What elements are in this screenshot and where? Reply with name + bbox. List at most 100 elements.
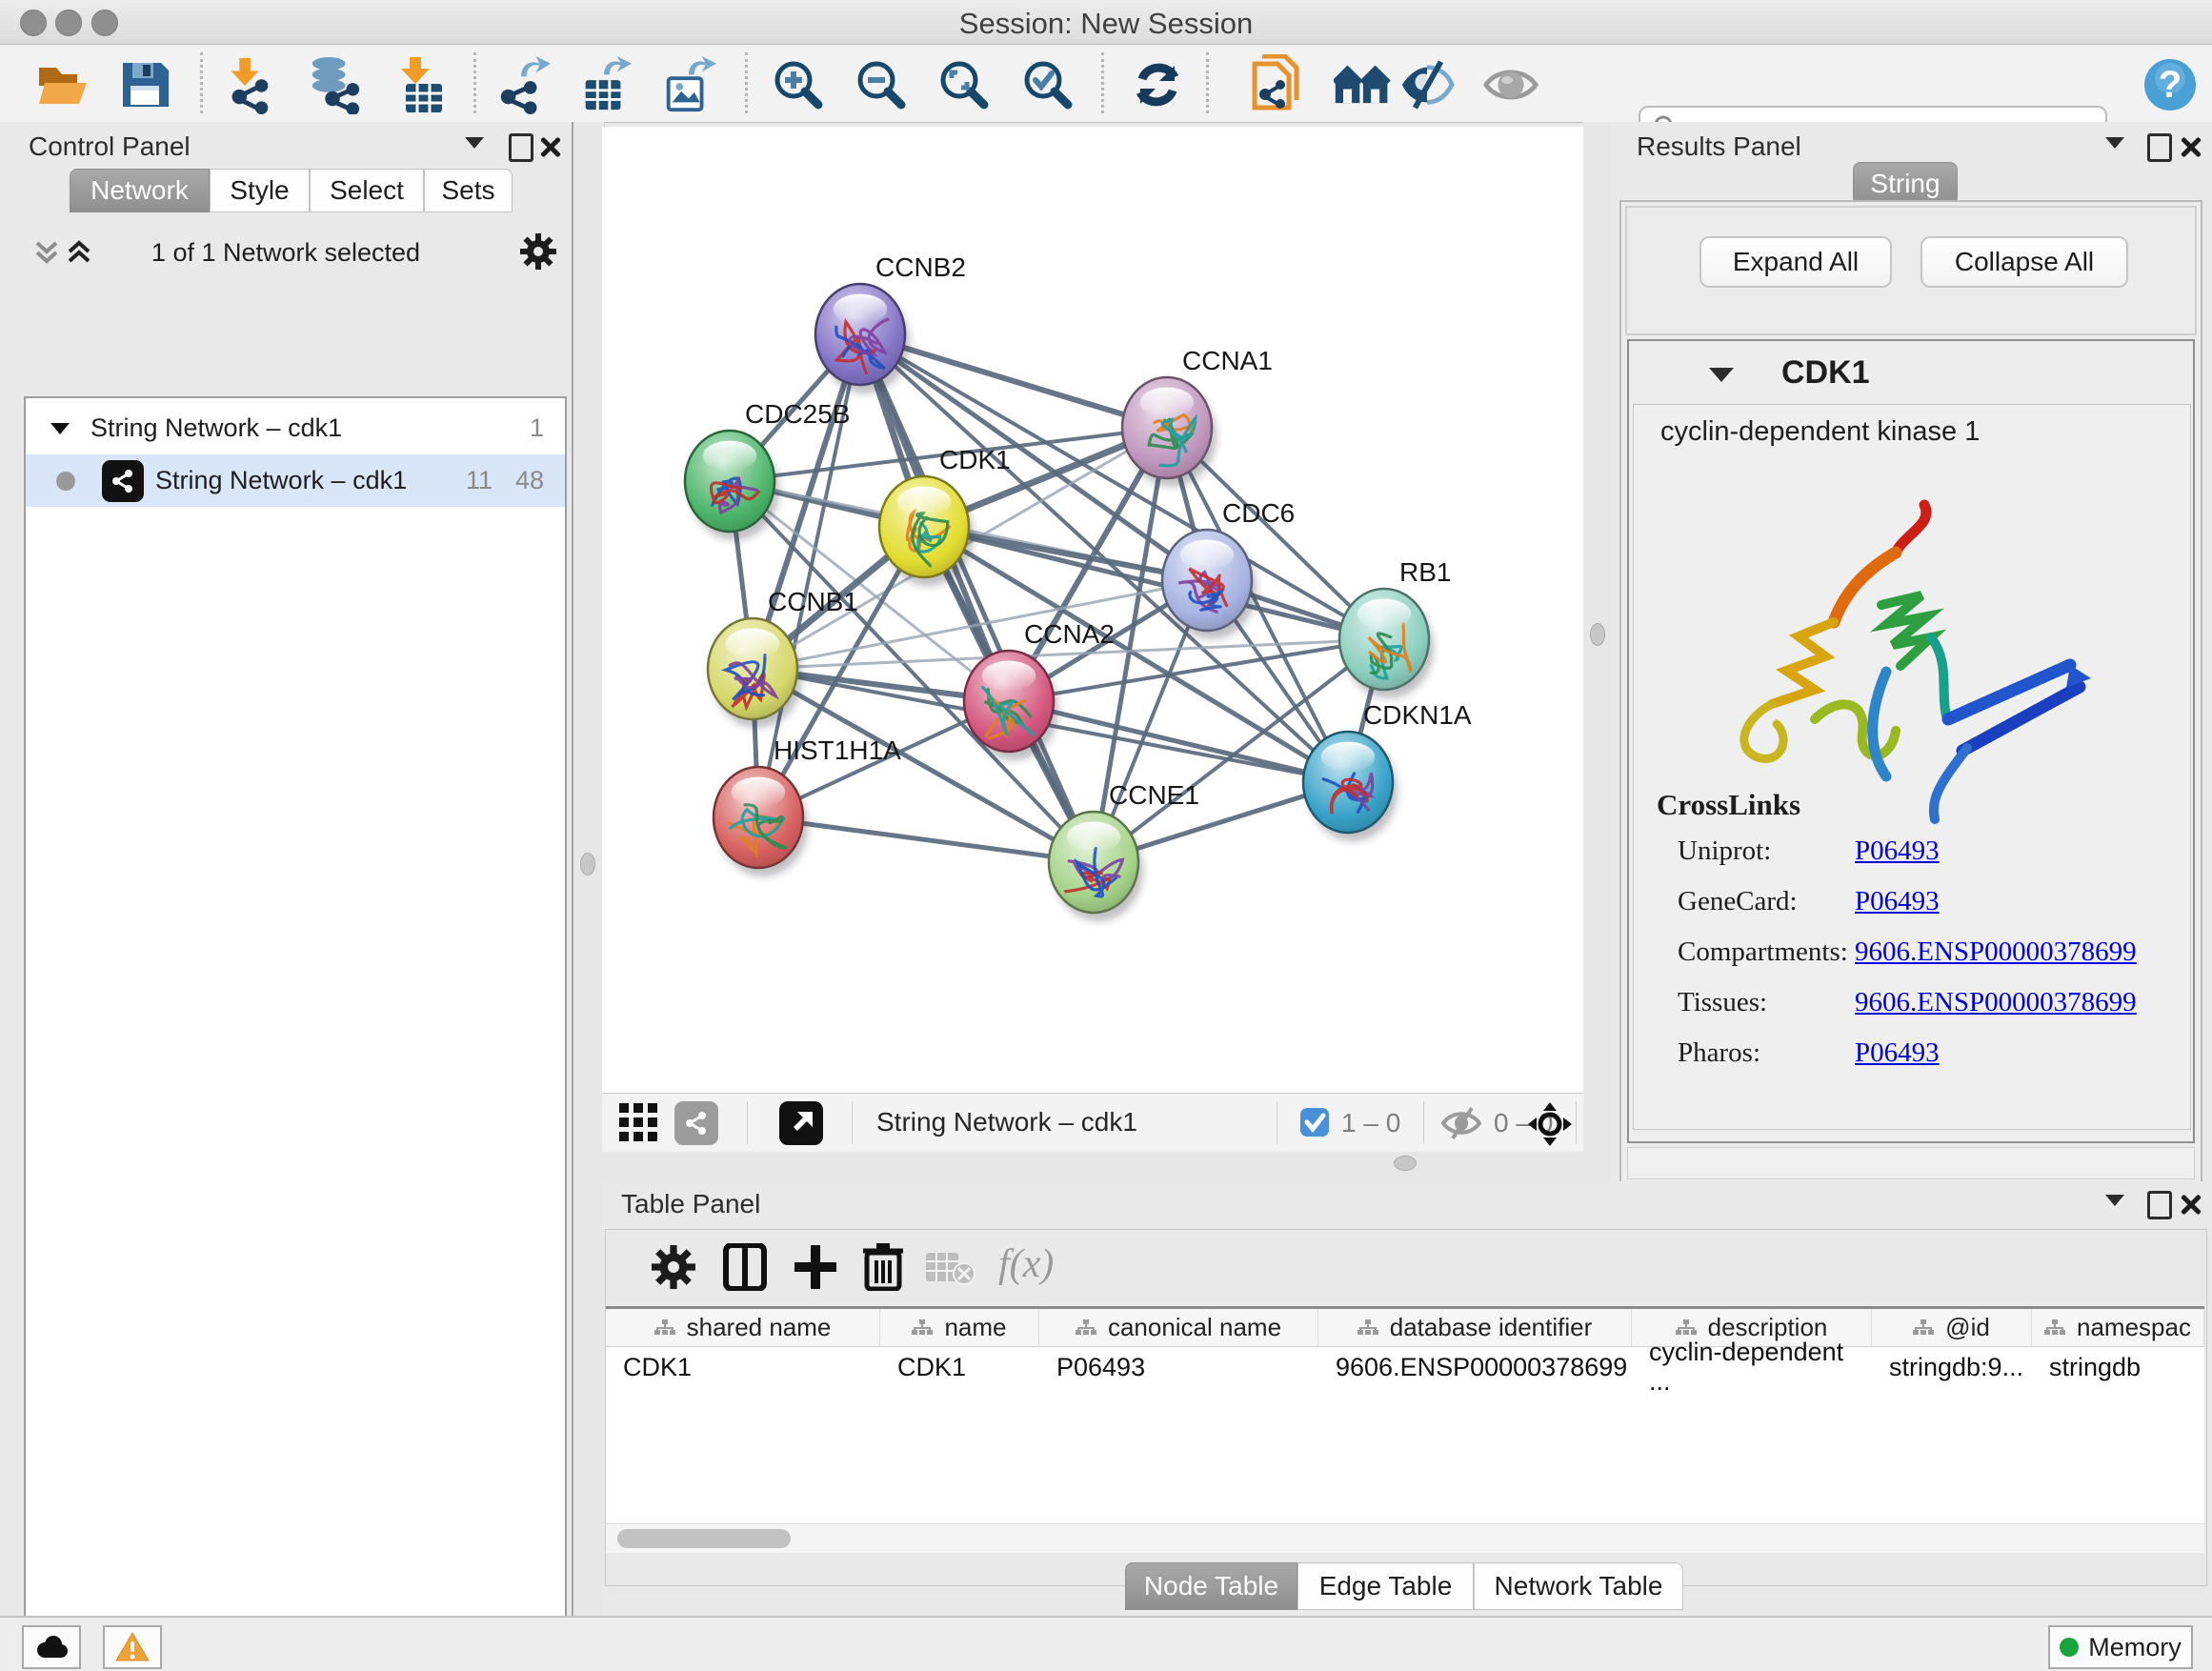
network-graph[interactable]: CCNB2CCNA1CDC25BCDK1CDC6RB1CCNB1CCNA2CDK… [602,127,1583,1093]
crosslink-link[interactable]: 9606.ENSP00000378699 [1855,987,2137,1018]
crosslink-link[interactable]: P06493 [1855,1037,1940,1069]
float-panel-icon[interactable] [2147,1191,2172,1219]
save-session-icon[interactable] [116,56,173,113]
show-all-networks-icon[interactable] [1334,56,1391,113]
expand-all-button[interactable]: Expand All [1699,236,1892,288]
panel-menu-icon[interactable] [2105,1195,2124,1206]
protein-expander-icon[interactable] [1709,368,1734,382]
column-header[interactable]: canonical name [1039,1309,1318,1347]
import-network-from-database-icon[interactable] [305,56,362,113]
table-cell[interactable]: stringdb:9... [1872,1347,2032,1387]
table-panel-body: f(x) shared namenamecanonical namedataba… [605,1229,2207,1586]
open-session-icon[interactable] [34,56,91,113]
warning-icon [115,1632,150,1662]
network-collection-row[interactable]: String Network – cdk1 1 [26,402,565,454]
show-graphics-details-icon[interactable] [1482,56,1539,113]
tab-style[interactable]: Style [210,169,310,212]
tab-edge-table[interactable]: Edge Table [1297,1562,1474,1610]
export-network-icon[interactable] [493,56,551,113]
close-panel-icon[interactable] [2180,1193,2202,1216]
collapse-all-button[interactable]: Collapse All [1920,236,2128,288]
warning-button[interactable] [103,1625,162,1669]
crosslink-link[interactable]: 9606.ENSP00000378699 [1855,936,2137,968]
zoom-fit-icon[interactable] [935,56,993,113]
network-node-label: CDC6 [1222,498,1295,528]
zoom-out-icon[interactable] [853,56,910,113]
column-header[interactable]: database identifier [1318,1309,1632,1347]
network-node-label: HIST1H1A [774,735,901,765]
collapse-all-icon[interactable] [34,238,59,272]
crosslink-link[interactable]: P06493 [1855,886,1940,917]
pan-crosshair-icon[interactable] [1528,1102,1572,1151]
table-cell[interactable]: 9606.ENSP00000378699 [1318,1347,1632,1387]
splitter-grip[interactable] [580,853,595,876]
tab-network[interactable]: Network [70,169,210,212]
zoom-selected-icon[interactable] [1019,56,1076,113]
crosslink-label: Tissues: [1678,987,1767,1018]
network-row[interactable]: String Network – cdk1 11 48 [26,454,565,507]
expand-collapse-box: Expand All Collapse All [1625,206,2197,335]
network-canvas[interactable]: CCNB2CCNA1CDC25BCDK1CDC6RB1CCNB1CCNA2CDK… [602,127,1583,1093]
network-status-dot [56,472,75,491]
float-panel-icon[interactable] [2147,133,2172,162]
table-hscrollbar[interactable] [606,1523,2204,1553]
network-view-toolbar: String Network – cdk1 1 – 0 0 – 0 [602,1093,1583,1152]
protein-name: CDK1 [1781,354,1870,392]
import-network-file-icon[interactable] [1248,56,1305,113]
splitter-grip[interactable] [1394,1156,1417,1171]
table-settings-gear-icon[interactable] [652,1245,695,1294]
zoom-in-icon[interactable] [770,56,827,113]
node-table[interactable]: shared namenamecanonical namedatabase id… [606,1306,2204,1527]
export-image-icon[interactable] [659,56,716,113]
refresh-icon[interactable] [1129,56,1186,113]
column-header[interactable]: shared name [606,1309,880,1347]
status-bar: Memory [0,1616,2212,1671]
show-columns-icon[interactable] [722,1243,768,1296]
import-network-from-file-icon[interactable] [219,56,276,113]
protein-details-panel: CDK1 cyclin-dependent kinase 1 [1627,339,2195,1143]
panel-menu-icon[interactable] [465,137,484,149]
tab-select[interactable]: Select [310,169,424,212]
string-results-content: Expand All Collapse All CDK1 cyclin-depe… [1619,200,2202,1187]
grid-view-icon[interactable] [619,1103,659,1148]
toolbar-separator [473,52,476,113]
table-cell[interactable]: CDK1 [880,1347,1039,1387]
cloud-button[interactable] [22,1625,81,1669]
expand-all-icon[interactable] [67,238,91,272]
tab-network-table[interactable]: Network Table [1474,1562,1683,1610]
table-cell[interactable]: stringdb [2032,1347,2204,1387]
hide-selected-icon[interactable] [1398,56,1456,113]
network-node-label: CCNB1 [768,587,858,616]
table-hscrollbar-thumb[interactable] [617,1529,791,1548]
memory-button[interactable]: Memory [2048,1625,2193,1669]
string-view-icon[interactable] [674,1101,718,1145]
close-panel-icon[interactable] [539,135,562,158]
column-header[interactable]: name [880,1309,1039,1347]
collection-expander-icon[interactable] [50,423,70,434]
tab-node-table[interactable]: Node Table [1125,1562,1297,1610]
selected-checkbox-icon[interactable] [1299,1107,1330,1142]
birdseye-view-icon[interactable] [779,1101,823,1145]
import-table-from-file-icon[interactable] [391,56,448,113]
table-cell[interactable]: P06493 [1039,1347,1318,1387]
vertical-splitter-right[interactable] [1583,122,1610,1181]
export-table-icon[interactable] [576,56,633,113]
crosslink-link[interactable]: P06493 [1855,836,1940,867]
panel-menu-icon[interactable] [2105,137,2124,149]
add-column-icon[interactable] [793,1243,838,1296]
table-cell[interactable]: CDK1 [606,1347,880,1387]
column-header[interactable]: @id [1872,1309,2032,1347]
column-header[interactable]: namespac [2032,1309,2204,1347]
splitter-grip[interactable] [1590,623,1605,646]
hidden-eye-slash-icon [1440,1106,1482,1145]
results-scrollbar-track[interactable] [1627,1147,2195,1179]
close-panel-icon[interactable] [2180,135,2202,158]
table-cell[interactable]: cyclin-dependent ... [1632,1347,1872,1387]
delete-table-icon [926,1249,975,1290]
application-window: Session: New Session [0,0,2212,1671]
help-icon[interactable]: ? [2142,56,2199,113]
float-panel-icon[interactable] [509,133,533,162]
network-options-gear-icon[interactable] [520,233,556,274]
tab-sets[interactable]: Sets [424,169,513,212]
delete-column-trash-icon[interactable] [861,1241,905,1296]
